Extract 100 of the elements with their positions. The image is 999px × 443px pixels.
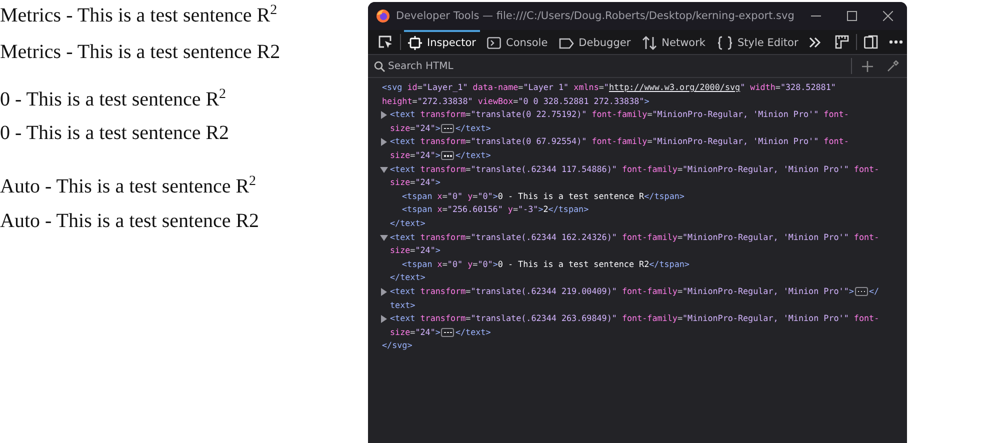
attribute-value: "translate(.62344 263.69849)": [470, 312, 617, 326]
text-content: 2: [543, 203, 548, 216]
url-link[interactable]: http://www.w3.org/2000/svg: [608, 81, 740, 95]
tag-name: >: [435, 148, 440, 162]
attribute-name: size: [390, 326, 410, 339]
equals-sign: =: [598, 81, 604, 94]
attribute-name: font-: [822, 108, 849, 122]
equals-sign: =: [466, 312, 471, 326]
responsive-design-icon[interactable]: [864, 35, 878, 49]
tag-name: >: [435, 244, 440, 258]
devtools-tab[interactable]: Network: [638, 30, 710, 54]
collapsed-triangle-icon[interactable]: [380, 315, 388, 324]
attribute-name: font-family: [620, 230, 678, 244]
attribute-name: font-: [852, 162, 880, 176]
tag-name: >: [435, 176, 440, 190]
expanded-triangle-icon[interactable]: [380, 166, 388, 174]
more-options-icon[interactable]: [889, 40, 904, 44]
equals-sign: =: [466, 284, 471, 298]
tag-name: >: [492, 190, 498, 203]
attribute-value: "MinionPro-Regular, 'Minion Pro'": [682, 312, 849, 326]
ruler-icon[interactable]: [835, 35, 850, 49]
equals-sign: =: [677, 162, 682, 176]
element-picker-icon[interactable]: [378, 35, 393, 49]
sample-sentence: 0 - This is a test sentence R$^{2}$: [0, 86, 228, 106]
expanded-triangle-icon[interactable]: [380, 234, 388, 242]
close-icon[interactable]: [883, 11, 893, 21]
attribute-name: x: [436, 203, 442, 216]
attribute-value: "24": [415, 244, 436, 258]
tag-name: >: [538, 203, 544, 216]
attribute-value: "256.60156": [447, 203, 503, 216]
tag-name: </: [868, 284, 880, 298]
equals-sign: =: [410, 176, 416, 190]
tag-name: <svg: [382, 81, 402, 94]
tag-name: <tspan: [402, 203, 432, 216]
tag-shape-icon: [558, 38, 574, 48]
attribute-value: "MinionPro-Regular, 'Minion Pro'": [682, 230, 849, 244]
tag-name: <text: [390, 162, 416, 176]
ellipsis-badge-icon[interactable]: [441, 151, 454, 160]
tag-name: </svg>: [382, 339, 412, 352]
equals-sign: =: [513, 94, 518, 108]
text-content: 0 - This is a test sentence R: [498, 190, 644, 203]
attribute-name: x: [436, 190, 442, 203]
maximize-icon[interactable]: [847, 11, 857, 21]
tag-name: <text: [390, 312, 416, 326]
attribute-value: "translate(0 22.75192)": [470, 108, 587, 122]
collapsed-triangle-icon[interactable]: [380, 138, 388, 146]
attribute-value: "24": [415, 148, 436, 162]
attribute-name: size: [390, 244, 410, 258]
devtools-tab[interactable]: Debugger: [554, 30, 635, 54]
attribute-value: "0": [478, 190, 493, 203]
eyedropper-icon[interactable]: [887, 60, 899, 72]
attribute-value: "MinionPro-Regular, 'Minion Pro'": [652, 135, 819, 148]
equals-sign: =: [412, 94, 418, 108]
equals-sign: =: [410, 326, 416, 339]
tag-name: <text: [390, 135, 416, 148]
equals-sign: =: [410, 122, 416, 135]
attribute-name: font-family: [590, 108, 648, 122]
tag-name: </tspan>: [644, 190, 684, 203]
devtools-tab[interactable]: Console: [482, 30, 552, 54]
tag-name: </text>: [455, 122, 491, 135]
equals-sign: =: [647, 108, 652, 122]
attribute-name: id: [406, 81, 418, 94]
attribute-name: transform: [419, 284, 466, 298]
equals-sign: =: [442, 203, 448, 216]
attribute-value: "translate(.62344 162.24326)": [470, 230, 617, 244]
collapsed-triangle-icon[interactable]: [380, 288, 388, 296]
devtools-tab[interactable]: Inspector: [404, 30, 480, 54]
attribute-value: "translate(.62344 219.00409)": [470, 284, 617, 298]
equals-sign: =: [410, 148, 416, 162]
attribute-name: transform: [419, 108, 466, 122]
attribute-name: viewBox: [476, 94, 514, 108]
sample-sentence: Metrics - This is a test sentence R$^{2}$: [0, 2, 278, 22]
attribute-name: font-family: [620, 284, 678, 298]
attribute-value: "MinionPro-Regular, 'Minion Pro'": [682, 162, 849, 176]
tag-name: </tspan>: [548, 203, 589, 216]
devtools-tab[interactable]: Style Editor: [712, 30, 802, 54]
ellipsis-badge-icon[interactable]: [854, 287, 868, 296]
equals-sign: =: [472, 258, 478, 271]
ellipsis-badge-icon[interactable]: [441, 124, 454, 134]
equals-sign: =: [677, 312, 682, 326]
plus-icon[interactable]: [862, 60, 873, 72]
console-icon: [486, 37, 501, 49]
equals-sign: =: [647, 135, 652, 148]
attribute-name: font-: [852, 230, 880, 244]
equals-sign: =: [466, 135, 471, 148]
attribute-value: "24": [415, 122, 436, 135]
collapsed-triangle-icon[interactable]: [380, 111, 388, 120]
equals-sign: =: [677, 230, 682, 244]
ellipsis-badge-icon[interactable]: [441, 328, 454, 337]
attribute-value: "24": [415, 176, 436, 190]
double-chevron-icon[interactable]: [809, 36, 822, 48]
equals-sign: =: [518, 81, 524, 94]
sample-sentence: Metrics - This is a test sentence R2: [0, 41, 282, 63]
attribute-name: width: [749, 81, 776, 94]
browser-logo-icon: [376, 9, 390, 23]
equals-sign: =: [472, 190, 478, 203]
attribute-name: font-: [852, 312, 880, 326]
tag-name: <tspan: [402, 190, 432, 203]
search-field[interactable]: Search HTML: [388, 60, 588, 72]
tag-name: >: [435, 326, 440, 339]
